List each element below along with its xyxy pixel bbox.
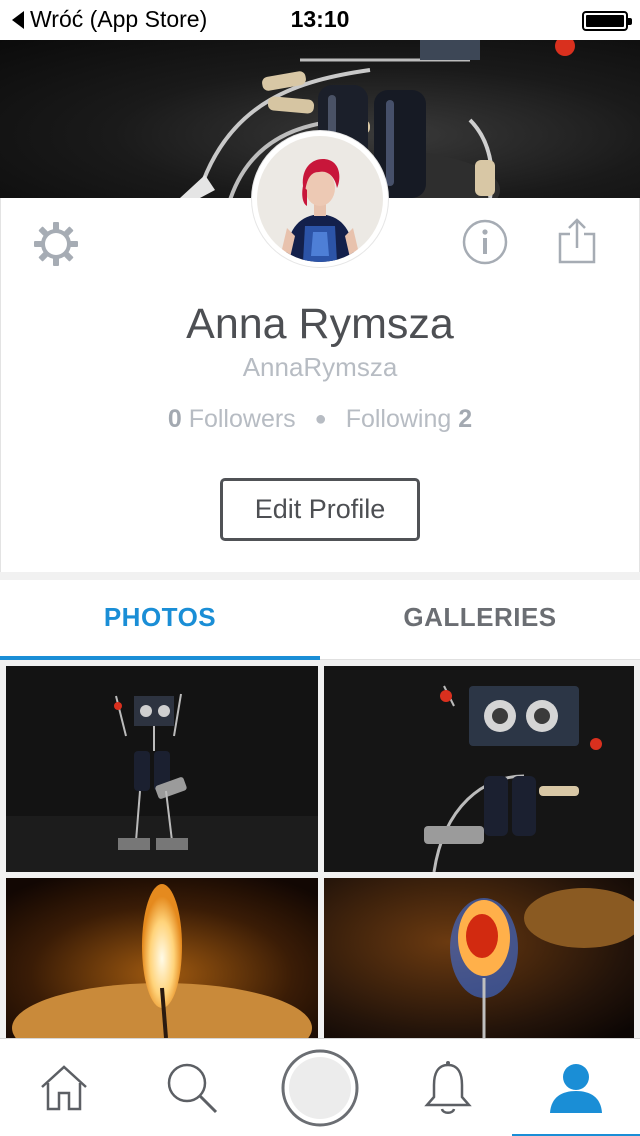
info-icon <box>462 219 508 265</box>
photo-tile[interactable] <box>6 666 318 872</box>
home-icon <box>41 1065 87 1111</box>
followers-count: 0 <box>167 405 182 433</box>
profile-username: AnnaRymsza <box>242 352 398 382</box>
settings-button[interactable] <box>32 220 80 268</box>
nav-home[interactable] <box>0 1039 128 1136</box>
tab-photos[interactable]: PHOTOS <box>0 580 320 660</box>
person-icon <box>550 1064 602 1113</box>
separator-dot: ● <box>314 408 327 430</box>
status-bar: Wróć (App Store) 13:10 <box>0 0 640 40</box>
nav-search[interactable] <box>128 1039 256 1136</box>
nav-upload[interactable] <box>256 1039 384 1136</box>
photo-tile[interactable] <box>6 878 318 1038</box>
edit-profile-button[interactable]: Edit Profile <box>220 478 420 541</box>
status-time: 13:10 <box>290 6 350 32</box>
photo-grid <box>0 664 640 1038</box>
profile-tabs: PHOTOS GALLERIES <box>0 580 640 660</box>
nav-profile[interactable] <box>512 1039 640 1136</box>
following-label: Following <box>345 405 452 433</box>
profile-name: Anna Rymsza <box>186 300 454 348</box>
info-button[interactable] <box>462 219 508 265</box>
bottom-nav <box>0 1038 640 1136</box>
tab-galleries[interactable]: GALLERIES <box>320 580 640 659</box>
nav-notifications[interactable] <box>384 1039 512 1136</box>
photo-tile[interactable] <box>324 666 634 872</box>
bell-icon <box>424 1061 472 1114</box>
gear-icon <box>34 222 78 266</box>
avatar[interactable] <box>252 131 388 267</box>
following-count: 2 <box>458 405 473 433</box>
follow-stats: 0 Followers ● Following 2 <box>0 405 640 434</box>
battery-icon <box>582 11 632 31</box>
camera-shutter-icon <box>281 1049 359 1127</box>
followers-label: Followers <box>188 405 296 433</box>
followers-link[interactable]: 0 Followers <box>168 405 296 433</box>
following-link[interactable]: Following 2 <box>346 405 472 433</box>
share-button[interactable] <box>556 216 598 266</box>
search-icon <box>167 1063 218 1114</box>
share-icon <box>558 218 596 264</box>
photo-tile[interactable] <box>324 878 634 1038</box>
